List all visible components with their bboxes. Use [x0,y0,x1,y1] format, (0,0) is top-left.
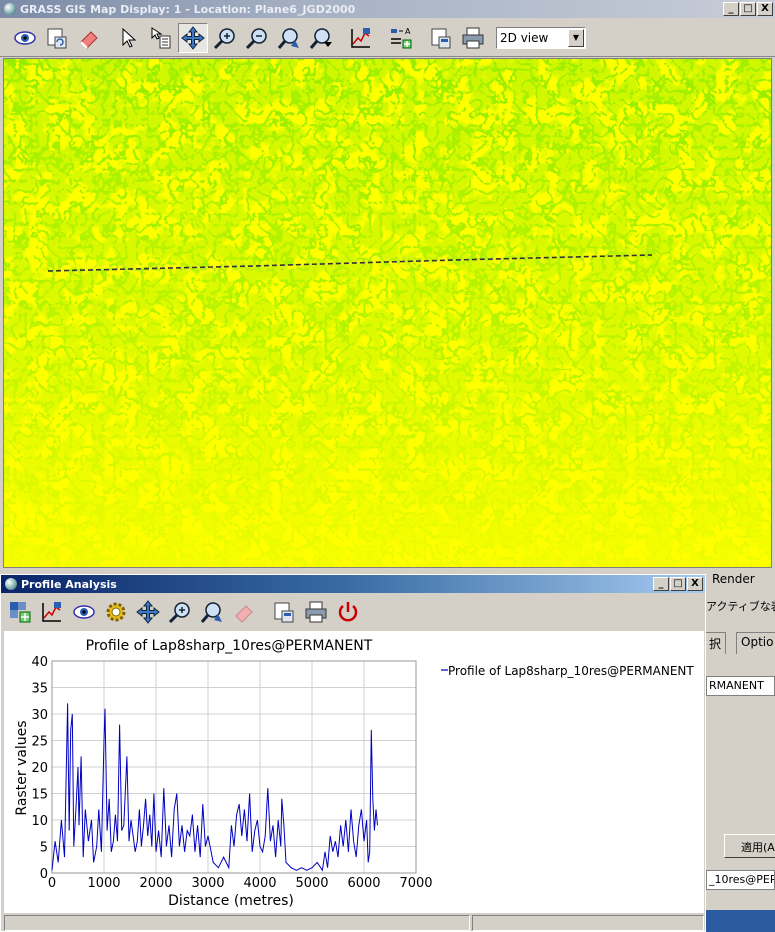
chart-title: Profile of Lap8sharp_10res@PERMANENT [86,638,373,654]
zoom-in-icon[interactable] [210,23,240,53]
maximize-button[interactable]: □ [670,577,686,591]
settings-icon[interactable] [101,597,131,627]
profile-titlebar[interactable]: Profile Analysis _ □ X [1,575,705,593]
chevron-down-icon[interactable]: ▼ [568,28,584,47]
pan-icon[interactable] [178,22,208,53]
close-button[interactable]: X [687,577,703,591]
add-raster-icon[interactable] [5,597,35,627]
tab-selection[interactable]: 択 [704,632,727,654]
x-axis-label: Distance (metres) [168,893,294,909]
grass-app-icon [4,3,16,15]
x-tick-label: 5000 [295,876,328,891]
erase-icon[interactable] [229,597,259,627]
profile-chart: Profile of Lap8sharp_10res@PERMANENT 0 10… [14,638,694,909]
display-map-icon[interactable] [10,23,40,53]
pointer-icon[interactable] [114,23,144,53]
minimize-button[interactable]: _ [723,2,739,16]
x-tick-label: 6000 [347,876,380,891]
x-tick-label: 1000 [87,876,120,891]
side-panel-footer [706,910,775,932]
zoom-back-icon[interactable] [197,597,227,627]
y-axis-label: Raster values [14,720,30,815]
profile-analysis-window: Profile Analysis _ □ X Profile of Lap8sh… [0,574,706,932]
y-tick-label: 10 [31,814,48,829]
raster-map [4,59,771,567]
map-canvas[interactable] [3,58,772,568]
svg-text:A: A [405,27,411,36]
x-tick-label: 0 [48,876,56,891]
main-titlebar[interactable]: GRASS GIS Map Display: 1 - Location: Pla… [0,0,775,18]
profile-window-title: Profile Analysis [21,577,117,591]
view-mode-value: 2D view [500,30,549,45]
map-toolbar: A 2D view ▼ [0,19,775,57]
print-icon[interactable] [458,23,488,53]
apply-button[interactable]: 適用(A [724,834,775,858]
legend: Profile of Lap8sharp_10res@PERMANENT [441,664,694,678]
pan-icon[interactable] [133,597,163,627]
render-map-icon[interactable] [42,23,72,53]
x-tick-label: 3000 [191,876,224,891]
save-icon[interactable] [269,597,299,627]
x-tick-label: 2000 [139,876,172,891]
profile-series-line [51,703,378,872]
y-tick-label: 20 [31,761,48,776]
print-icon[interactable] [301,597,331,627]
y-tick-label: 30 [31,708,48,723]
y-tick-label: 40 [31,655,48,670]
mapset-field[interactable]: RMANENT [706,676,775,696]
y-tick-label: 35 [31,682,48,697]
y-tick-label: 25 [31,735,48,750]
erase-display-icon[interactable] [74,23,104,53]
profile-statusbar [4,915,704,931]
render-label[interactable]: Render [712,572,755,586]
y-tick-label: 15 [31,788,48,803]
x-tick-label: 4000 [243,876,276,891]
layer-manager-panel: Render アクティブな表 択 Optio RMANENT 適用(A _10r… [704,570,775,932]
save-icon[interactable] [426,23,456,53]
y-tick-label: 5 [40,841,48,856]
decoration-icon[interactable]: A [386,23,416,53]
status-field-1 [4,915,470,931]
maximize-button[interactable]: □ [740,2,756,16]
tab-options[interactable]: Optio [736,632,775,654]
zoom-menu-icon[interactable] [306,23,336,53]
display-icon[interactable] [69,597,99,627]
view-mode-select[interactable]: 2D view ▼ [496,26,586,49]
zoom-out-icon[interactable] [242,23,272,53]
profile-plot[interactable]: Profile of Lap8sharp_10res@PERMANENT 0 10… [4,631,704,913]
zoom-back-icon[interactable] [274,23,304,53]
query-icon[interactable] [146,23,176,53]
x-tick-label: 7000 [399,876,432,891]
quit-icon[interactable] [333,597,363,627]
minimize-button[interactable]: _ [653,577,669,591]
active-display-label: アクティブな表 [706,600,775,613]
zoom-icon[interactable] [165,597,195,627]
y-tick-label: 0 [40,867,48,882]
layer-name-field[interactable]: _10res@PERM [706,870,775,890]
profile-toolbar [1,595,705,629]
analyze-icon[interactable] [346,23,376,53]
legend-label: Profile of Lap8sharp_10res@PERMANENT [448,664,694,678]
main-window-title: GRASS GIS Map Display: 1 - Location: Pla… [20,2,356,16]
close-button[interactable]: X [757,2,773,16]
status-field-2 [472,915,704,931]
draw-profile-icon[interactable] [37,597,67,627]
grass-app-icon [5,578,17,590]
